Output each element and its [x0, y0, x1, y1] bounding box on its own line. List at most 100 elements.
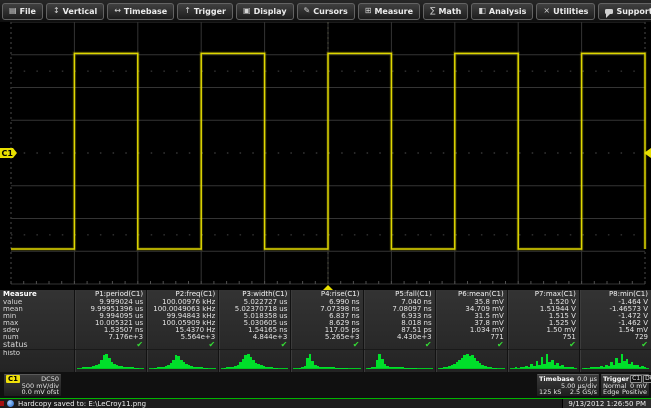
measure-num: 5.564e+3	[147, 334, 218, 341]
timebase-samples: 125 kS	[539, 389, 561, 396]
menu-label: Timebase	[124, 7, 167, 16]
math-icon: ∑	[430, 7, 435, 15]
measure-header: P4:rise(C1)	[291, 290, 362, 299]
analysis-icon: ◧	[478, 7, 486, 15]
measure-num: 5.265e+3	[291, 334, 362, 341]
measure-value: -1.464 V	[580, 299, 651, 306]
menu-analysis-button[interactable]: ◧Analysis	[471, 3, 533, 20]
trigger-descriptor[interactable]: Trigger C1 DC Normal 0 mV Edge Positive	[601, 374, 649, 396]
timebase-rate: 2.5 GS/s	[570, 389, 597, 396]
channel-badge: C1	[6, 375, 20, 383]
menu-vertical-button[interactable]: ↕Vertical	[46, 3, 104, 20]
record-indicator-icon	[0, 401, 4, 406]
oscilloscope-app: ▤File↕Vertical↔Timebase↑Trigger▣Display✎…	[0, 0, 651, 408]
status-check-icon: ✔	[75, 341, 146, 349]
measure-histogram	[147, 349, 218, 372]
measure-header: P6:mean(C1)	[436, 290, 507, 299]
menu-label: Display	[254, 7, 287, 16]
measure-histogram	[291, 349, 362, 372]
measure-sdev: 117.05 ps	[291, 327, 362, 334]
measure-header: P7:max(C1)	[508, 290, 579, 299]
menu-label: Vertical	[63, 7, 98, 16]
measure-num: 4.430e+3	[364, 334, 435, 341]
measure-mean: 7.08097 ns	[364, 306, 435, 313]
timebase-icon: ↔	[114, 7, 121, 15]
menu-trigger-button[interactable]: ↑Trigger	[177, 3, 233, 20]
measure-mean: 5.02370718 us	[219, 306, 290, 313]
measure-histogram	[436, 349, 507, 372]
measure-mean: 1.51944 V	[508, 306, 579, 313]
measure-value: 1.520 V	[508, 299, 579, 306]
status-check-icon: ✔	[364, 341, 435, 349]
measure-min: 1.515 V	[508, 313, 579, 320]
menu-label: Cursors	[313, 7, 347, 16]
menu-label: Measure	[374, 7, 413, 16]
measure-header: P2:freq(C1)	[147, 290, 218, 299]
measure-min: 31.5 mV	[436, 313, 507, 320]
measure-value: 9.999024 us	[75, 299, 146, 306]
menu-label: Utilities	[553, 7, 588, 16]
status-check-icon: ✔	[291, 341, 362, 349]
measure-max: 10.005321 us	[75, 320, 146, 327]
measure-num: 729	[580, 334, 651, 341]
menu-utilities-button[interactable]: ×Utilities	[536, 3, 595, 20]
support-icon	[605, 9, 613, 14]
utilities-icon: ×	[543, 7, 550, 15]
row-label-num: num	[0, 334, 74, 341]
menu-cursors-button[interactable]: ✎Cursors	[297, 3, 355, 20]
measure-value: 7.040 ns	[364, 299, 435, 306]
menu-label: File	[20, 7, 36, 16]
menu-label: Analysis	[489, 7, 527, 16]
measure-max: 8.629 ns	[291, 320, 362, 327]
measure-sdev: 1.54165 ns	[219, 327, 290, 334]
measure-histogram	[508, 349, 579, 372]
menu-display-button[interactable]: ▣Display	[236, 3, 294, 20]
measure-column-p7: P7:max(C1)1.520 V1.51944 V1.515 V1.525 V…	[507, 290, 579, 372]
channel-c1-descriptor[interactable]: C1 DC50 500 mV/div 0.0 mV ofst	[4, 374, 61, 396]
measure-min: -1.472 V	[580, 313, 651, 320]
timebase-descriptor[interactable]: Timebase 0.0 µs 5.00 µs/div 125 kS 2.5 G…	[537, 374, 599, 396]
menu-timebase-button[interactable]: ↔Timebase	[107, 3, 174, 20]
measure-header: P5:fall(C1)	[364, 290, 435, 299]
info-icon	[7, 400, 14, 407]
measure-mean: 7.07398 ns	[291, 306, 362, 313]
measure-column-p6: P6:mean(C1)35.8 mV34.709 mV31.5 mV37.8 m…	[435, 290, 507, 372]
cursors-icon: ✎	[304, 7, 311, 15]
row-label-min: min	[0, 313, 74, 320]
measure-mean: 34.709 mV	[436, 306, 507, 313]
measure-value: 100.00976 kHz	[147, 299, 218, 306]
menu-math-button[interactable]: ∑Math	[423, 3, 468, 20]
measure-max: 100.05909 kHz	[147, 320, 218, 327]
menu-support-button[interactable]: Support	[598, 3, 651, 20]
waveform-grid: C1	[0, 22, 651, 290]
measure-num: 751	[508, 334, 579, 341]
row-label-value: value	[0, 299, 74, 306]
measure-column-p1: P1:period(C1)9.999024 us9.99951396 us9.9…	[74, 290, 146, 372]
measure-mean: 9.99951396 us	[75, 306, 146, 313]
display-icon: ▣	[243, 7, 251, 15]
measure-sdev: 1.50 mV	[508, 327, 579, 334]
menu-label: Trigger	[194, 7, 226, 16]
status-check-icon: ✔	[436, 341, 507, 349]
measure-histogram	[75, 349, 146, 372]
status-check-icon: ✔	[147, 341, 218, 349]
status-check-icon: ✔	[580, 341, 651, 349]
measure-min: 9.994095 us	[75, 313, 146, 320]
measure-mean: -1.46573 V	[580, 306, 651, 313]
menu-file-button[interactable]: ▤File	[2, 3, 43, 20]
measure-mean: 100.0049063 kHz	[147, 306, 218, 313]
measure-row-labels: Measurevaluemeanminmaxsdevnumstatushisto	[0, 290, 74, 372]
measure-min: 5.018358 us	[219, 313, 290, 320]
trigger-type: Edge	[603, 389, 619, 396]
menu-label: Support	[616, 7, 651, 16]
measure-max: 37.8 mV	[436, 320, 507, 327]
scope-display[interactable]: C1	[0, 22, 651, 290]
measure-value: 6.990 ns	[291, 299, 362, 306]
datetime: 9/13/2012 1:26:50 PM	[562, 399, 651, 408]
measure-sdev: 1.53507 ns	[75, 327, 146, 334]
measure-header: P3:width(C1)	[219, 290, 290, 299]
measure-corner-label: Measure	[0, 290, 74, 299]
measure-num: 7.176e+3	[75, 334, 146, 341]
menu-measure-button[interactable]: ⊞Measure	[358, 3, 420, 20]
measure-max: 1.525 V	[508, 320, 579, 327]
